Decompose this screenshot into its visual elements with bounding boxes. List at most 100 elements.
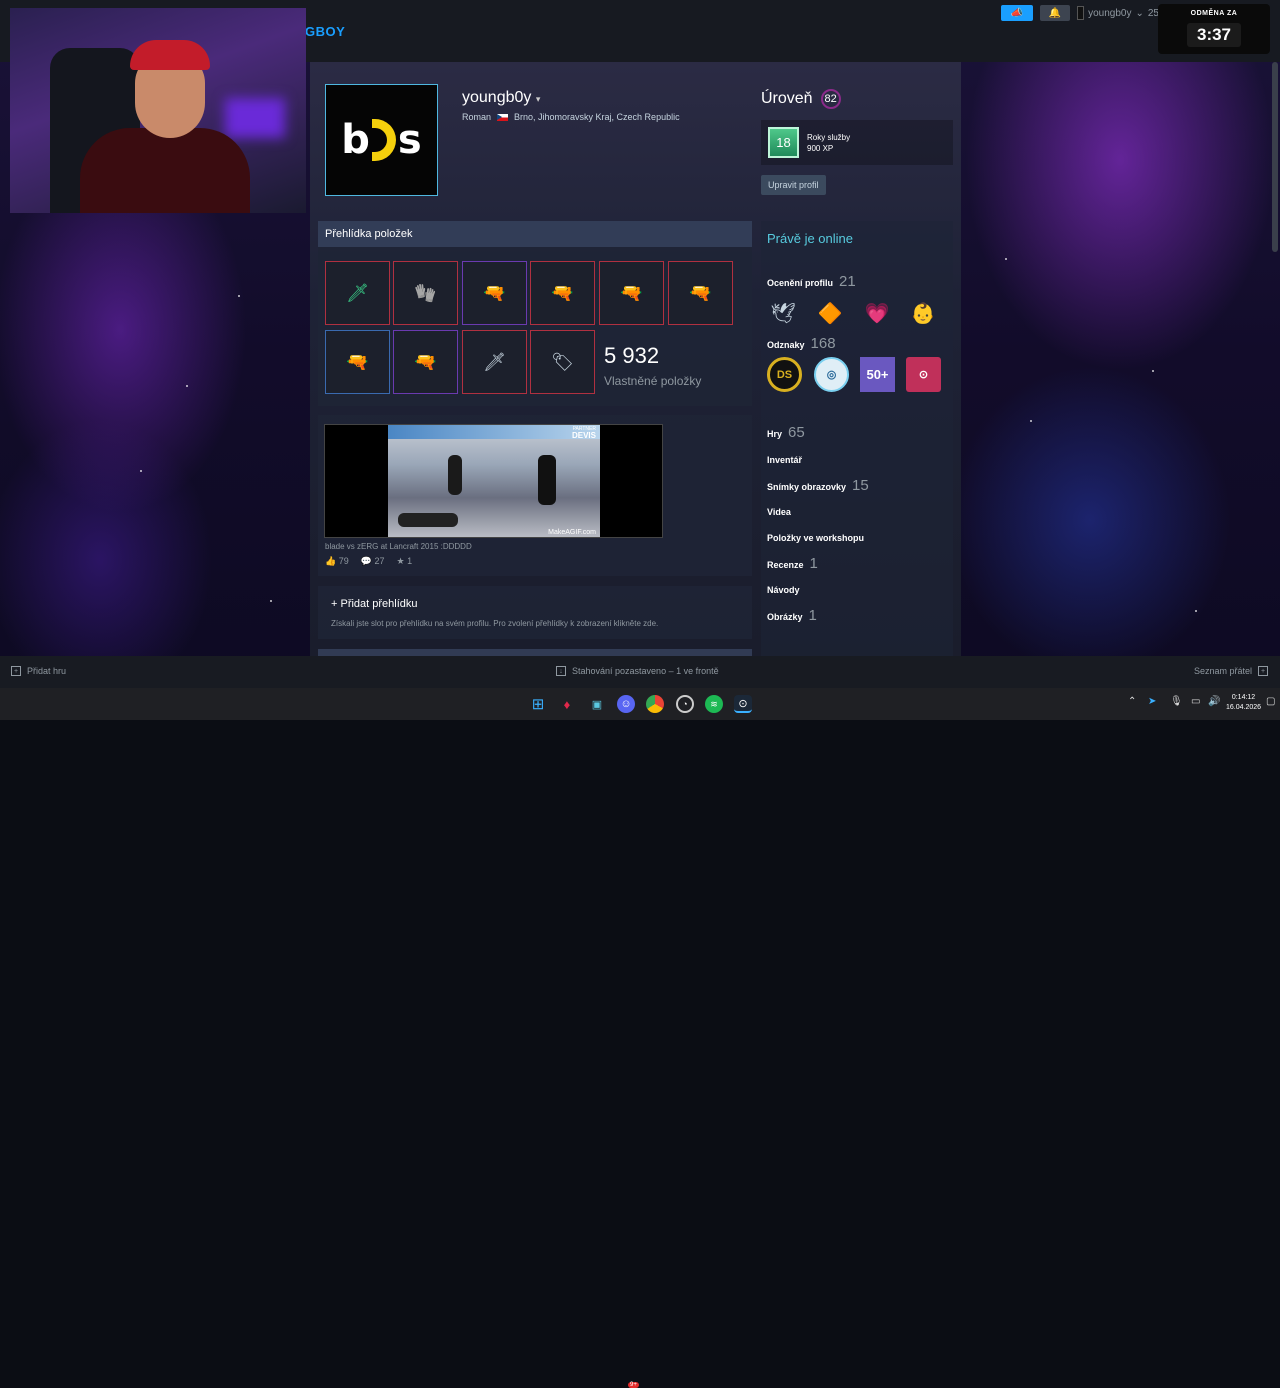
badges-link[interactable]: Odznaky 168 (767, 335, 836, 352)
artwork-link[interactable]: Obrázky 1 (767, 607, 817, 624)
comment-icon: 💬 (360, 556, 372, 566)
items-owned-label: Vlastněné položky (604, 374, 702, 388)
awards-stat[interactable]: ★ 1 (397, 556, 413, 567)
announcements-button[interactable]: 📣 (1001, 5, 1033, 21)
item-showcase-title: Přehlídka položek (318, 221, 752, 247)
comments-stat[interactable]: 💬 27 (361, 556, 385, 567)
showcase-item-usp[interactable]: 🔫 (393, 330, 458, 394)
avatar-logo-b: b (341, 117, 370, 163)
reviews-count: 1 (809, 555, 818, 572)
badge-50-plus-icon[interactable]: 50+ (860, 357, 895, 392)
comments-count: 27 (374, 556, 385, 566)
notification-center-icon[interactable]: ▢ (1266, 696, 1275, 707)
notifications-button[interactable]: 🔔 (1040, 5, 1070, 21)
friends-list-button[interactable]: Seznam přátel + (1194, 666, 1268, 676)
app-box-icon[interactable]: ▣ (588, 695, 606, 713)
account-menu[interactable]: youngb0y ⌄ 25 (1077, 5, 1159, 21)
profile-username[interactable]: youngb0y ▾ (462, 89, 540, 107)
chrome-icon[interactable] (646, 695, 664, 713)
badge-portal-icon[interactable]: ◎ (814, 357, 849, 392)
tray-mic-icon[interactable]: 🎙 (1170, 696, 1183, 707)
tray-volume-icon[interactable]: 🔊 (1208, 696, 1220, 707)
games-link[interactable]: Hry 65 (767, 424, 805, 441)
person-figure (538, 455, 556, 505)
pistol-icon: 🔫 (551, 282, 574, 303)
edit-profile-button[interactable]: Upravit profil (761, 175, 826, 195)
steam-taskbar-icon[interactable]: ⊙ (734, 695, 752, 713)
showcase-item-dagger[interactable]: 🗡 (462, 330, 527, 394)
showcase-item-knife[interactable]: 🗡 (325, 261, 390, 325)
account-name: youngb0y (1088, 7, 1132, 19)
showcase-item-rifle[interactable]: 🔫 (462, 261, 527, 325)
nav-profile-name[interactable]: GBOY (305, 24, 345, 39)
tray-display-icon[interactable]: ▭ (1191, 696, 1200, 707)
person-figure (398, 513, 458, 527)
background-star (140, 470, 142, 472)
badge-ds-icon[interactable]: DS (767, 357, 802, 392)
pistol-icon: 🔫 (414, 351, 437, 372)
online-status: Právě je online (767, 231, 853, 246)
videos-link[interactable]: Videa (767, 507, 791, 517)
profile-awards-link[interactable]: Ocenění profilu 21 (767, 273, 856, 290)
tray-telegram-icon[interactable]: ➤ (1148, 696, 1156, 707)
showcase-item-gloves[interactable]: 🧤 (393, 261, 458, 325)
spotify-icon[interactable]: ≋ (705, 695, 723, 713)
profile-subline: Roman Brno, Jihomoravsky Kraj, Czech Rep… (462, 112, 680, 122)
user-avatar-small (1077, 6, 1085, 20)
screenshots-count: 15 (852, 477, 869, 494)
knife-icon: 🗡 (346, 282, 369, 303)
megaphone-icon: 📣 (1010, 7, 1024, 19)
rifle-icon: 🔫 (689, 282, 712, 303)
tray-chevron-icon[interactable]: ⌃ (1128, 696, 1136, 707)
showcase-item-pistol[interactable]: 🔫 (530, 261, 595, 325)
likes-stat[interactable]: 👍 79 (325, 556, 349, 567)
profile-avatar[interactable]: b s (325, 84, 438, 196)
streamer-jersey (80, 128, 250, 213)
screenshot-caption[interactable]: blade vs zERG at Lancraft 2015 :DDDDD (325, 542, 472, 551)
showcase-item-m4[interactable]: 🔫 (668, 261, 733, 325)
inventory-link[interactable]: Inventář (767, 455, 802, 465)
badge-name: Roky služby (807, 132, 851, 142)
knife-icon: 🗡 (483, 351, 506, 372)
windows-start-icon[interactable]: ⊞ (529, 695, 547, 713)
app-pin-icon[interactable]: ♦ (558, 695, 576, 713)
username-dropdown-icon[interactable]: ▾ (536, 94, 541, 104)
screenshot-image[interactable]: PARTNER DEVIS MakeAGIF.com (388, 425, 600, 537)
showcase-item-smg[interactable]: 🔫 (325, 330, 390, 394)
add-showcase-panel[interactable] (318, 586, 752, 639)
badge-xp: 900 XP (807, 143, 834, 153)
badge-steam-icon[interactable]: ⊙ (906, 357, 941, 392)
reviews-link[interactable]: Recenze 1 (767, 555, 818, 572)
add-game-button[interactable]: + Přidat hru (11, 666, 66, 676)
showcase-item-sticker[interactable]: 🏷 (530, 330, 595, 394)
workshop-label: Položky ve workshopu (767, 533, 865, 543)
award-wings-icon[interactable]: 🕊 (768, 298, 798, 328)
featured-badge-text: Roky služby 900 XP (807, 132, 850, 154)
award-blaster-icon[interactable]: 🔶 (815, 298, 845, 328)
screenshot-stats: 👍 79 💬 27 ★ 1 (325, 556, 412, 567)
guides-label: Návody (767, 585, 800, 595)
awards-count: 21 (839, 273, 856, 290)
screenshots-link[interactable]: Snímky obrazovky 15 (767, 477, 869, 494)
system-clock[interactable]: 0:14:12 16.04.2026 (1226, 693, 1261, 713)
background-star (186, 385, 188, 387)
add-showcase-button[interactable]: + Přidat přehlídku (331, 598, 418, 610)
guides-link[interactable]: Návody (767, 585, 800, 595)
award-baby-icon[interactable]: 👶 (908, 298, 938, 328)
downloads-status[interactable]: ↓ Stahování pozastaveno – 1 ve frontě (556, 666, 719, 676)
background-star (1030, 420, 1032, 422)
app-circle-icon[interactable]: ◔ (676, 695, 694, 713)
years-of-service-badge-icon: 18 (768, 127, 799, 158)
background-star (238, 295, 240, 297)
workshop-link[interactable]: Položky ve workshopu (767, 533, 864, 543)
inventory-label: Inventář (767, 455, 803, 465)
page-scrollbar[interactable] (1272, 62, 1278, 252)
featured-badge[interactable]: 18 Roky služby 900 XP (761, 120, 953, 165)
download-status-text: Stahování pozastaveno – 1 ve frontě (572, 666, 719, 676)
friends-label: Seznam přátel (1193, 666, 1252, 676)
award-heart-icon[interactable]: 💗 (862, 298, 892, 328)
discord-icon[interactable]: ☺ (617, 695, 635, 713)
avatar-logo-arc (371, 119, 396, 161)
videos-label: Videa (767, 507, 791, 517)
showcase-item-ak47[interactable]: 🔫 (599, 261, 664, 325)
